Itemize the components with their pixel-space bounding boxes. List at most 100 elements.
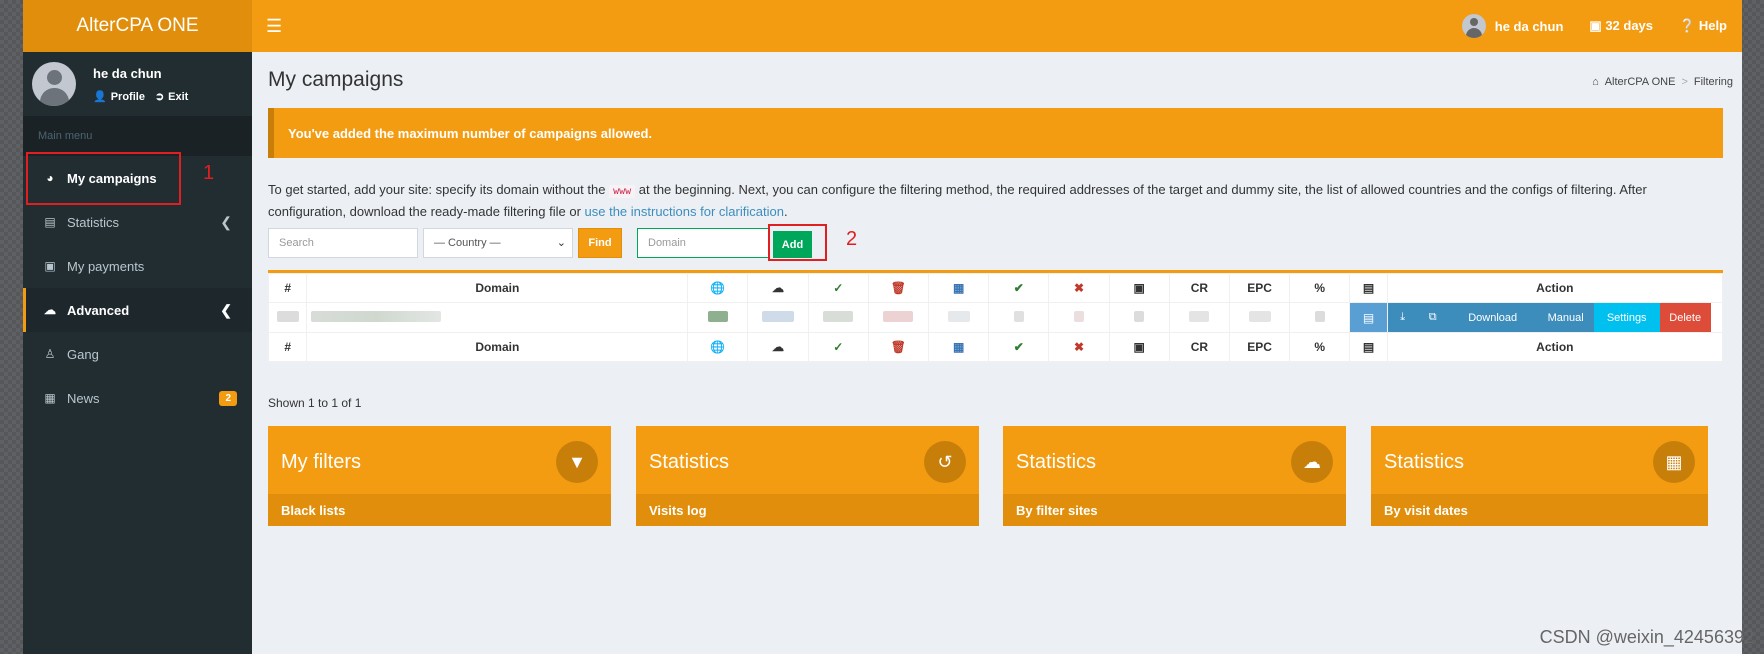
cloud-icon: ☁ xyxy=(1291,441,1333,483)
col-cr: CR xyxy=(1168,332,1230,362)
user-links: 👤 Profile ➲ Exit xyxy=(93,90,188,103)
users-icon: ♙ xyxy=(44,347,56,361)
manual-button[interactable]: Manual xyxy=(1537,303,1594,332)
find-button[interactable]: Find xyxy=(578,228,622,258)
check-circle-icon: ✔ xyxy=(1013,281,1024,295)
col-number: # xyxy=(267,332,308,362)
breadcrumb-home[interactable]: AlterCPA ONE xyxy=(1605,76,1676,88)
www-code: www xyxy=(609,185,636,198)
cloud-icon: ☁ xyxy=(44,303,56,317)
download-icon-button[interactable]: ⤓ xyxy=(1387,303,1418,332)
box-visits-log[interactable]: Statistics ↺ Visits log xyxy=(636,426,979,526)
bar-chart-icon: ▤ xyxy=(1362,340,1375,354)
table-footer-row: # Domain 🌐 ☁ ✓ 🗑 ▦ ✔ ✖ ▣ CR EPC % ▤ Acti… xyxy=(267,332,1724,362)
subscription-days[interactable]: ▣ 32 days xyxy=(1589,18,1653,34)
globe-icon: 🌐 xyxy=(710,281,726,295)
sidebar-item-advanced[interactable]: ☁ Advanced ❮ xyxy=(23,288,252,332)
box-filter-sites[interactable]: Statistics ☁ By filter sites xyxy=(1003,426,1346,526)
col-number: # xyxy=(267,273,308,303)
pagination-info: Shown 1 to 1 of 1 xyxy=(268,396,362,410)
domain-input[interactable]: Domain xyxy=(637,228,769,258)
sidebar-item-statistics[interactable]: ▤ Statistics ❮ xyxy=(23,200,252,244)
chevron-down-icon: ⌄ xyxy=(556,237,566,249)
blurred-cell xyxy=(867,302,930,333)
campaigns-table: # Domain 🌐 ☁ ✓ 🗑 ▦ ✔ ✖ ▣ CR EPC % ▤ Acti… xyxy=(267,270,1724,362)
country-select[interactable]: — Country — ⌄ xyxy=(423,228,573,258)
percent-icon: % xyxy=(1314,281,1326,295)
box-footer-link[interactable]: By visit dates xyxy=(1371,494,1708,526)
blurred-cell xyxy=(988,302,1050,333)
box-visit-dates[interactable]: Statistics ▦ By visit dates xyxy=(1371,426,1708,526)
breadcrumb-current: Filtering xyxy=(1693,76,1733,88)
row-actions: ⤓ ⧉ Download Manual Settings Delete xyxy=(1387,303,1722,332)
filter-icon: ▼ xyxy=(556,441,598,483)
user-panel: he da chun 👤 Profile ➲ Exit xyxy=(23,52,252,116)
check-icon: ✓ xyxy=(833,281,844,295)
globe-icon: 🌐 xyxy=(710,340,726,354)
box-my-filters[interactable]: My filters ▼ Black lists xyxy=(268,426,611,526)
menu-header: Main menu xyxy=(23,116,252,156)
avatar xyxy=(1461,14,1486,38)
sidebar-item-my-payments[interactable]: ▣ My payments xyxy=(23,244,252,288)
breadcrumb: ⌂ AlterCPA ONE > Filtering xyxy=(1592,76,1733,88)
money-icon: ▣ xyxy=(1133,340,1145,354)
annotation-box-1 xyxy=(26,152,181,205)
blurred-cell xyxy=(1228,302,1291,333)
cloud-download-icon: ☁ xyxy=(772,340,785,354)
annotation-number-1: 1 xyxy=(203,162,215,184)
check-circle-icon: ✔ xyxy=(1013,340,1024,354)
download-button[interactable]: Download xyxy=(1447,303,1538,332)
app-window: AlterCPA ONE he da chun 👤 Profile ➲ Exit M… xyxy=(23,0,1742,654)
question-circle-icon: ❔ xyxy=(1679,18,1696,33)
money-icon: ▣ xyxy=(44,259,56,273)
download-icon: ⤓ xyxy=(1400,311,1406,323)
help-link[interactable]: ❔ Help xyxy=(1679,18,1727,34)
exit-link[interactable]: ➲ Exit xyxy=(155,90,188,103)
copy-icon: ⧉ xyxy=(1428,311,1437,323)
app-logo[interactable]: AlterCPA ONE xyxy=(23,0,252,52)
menu-toggle-icon[interactable]: ☰ xyxy=(266,16,282,37)
settings-button[interactable]: Settings xyxy=(1593,303,1660,332)
user-name: he da chun xyxy=(93,66,162,81)
box-footer-link[interactable]: Black lists xyxy=(268,494,611,526)
times-circle-icon: ✖ xyxy=(1073,340,1085,354)
sidebar-item-news[interactable]: ▦ News 2 xyxy=(23,376,252,420)
col-cr: CR xyxy=(1168,273,1230,303)
blurred-cell xyxy=(1108,302,1170,333)
sidebar-item-gang[interactable]: ♙ Gang xyxy=(23,332,252,376)
chart-area-icon: ▤ xyxy=(44,215,56,229)
blurred-cell xyxy=(1289,302,1351,333)
blurred-cell xyxy=(267,302,308,333)
blurred-cell xyxy=(747,302,809,333)
blurred-cell xyxy=(807,302,869,333)
calendar-icon: ▦ xyxy=(1653,441,1695,483)
box-footer-link[interactable]: Visits log xyxy=(636,494,979,526)
boxes-icon: ▦ xyxy=(952,340,965,354)
annotation-number-2: 2 xyxy=(846,228,858,250)
boxes-icon: ▦ xyxy=(952,281,965,295)
max-campaigns-alert: You've added the maximum number of campa… xyxy=(268,108,1723,158)
delete-button[interactable]: Delete xyxy=(1659,303,1711,332)
col-epc: EPC xyxy=(1228,332,1291,362)
search-input[interactable]: Search xyxy=(268,228,418,258)
sign-out-icon: ➲ xyxy=(154,91,165,103)
sidebar: AlterCPA ONE he da chun 👤 Profile ➲ Exit M… xyxy=(23,0,252,654)
trash-icon: 🗑 xyxy=(890,340,907,354)
blurred-cell xyxy=(687,302,749,333)
profile-link[interactable]: 👤 Profile xyxy=(93,90,145,103)
watermark: CSDN @weixin_42456392 xyxy=(1539,627,1754,647)
box-footer-link[interactable]: By filter sites xyxy=(1003,494,1346,526)
stat-boxes: My filters ▼ Black lists Statistics ↺ Vi… xyxy=(268,426,1723,526)
top-navbar: ☰ he da chun ▣ 32 days ❔ Help xyxy=(252,0,1742,52)
newspaper-icon: ▦ xyxy=(44,391,56,405)
intro-text: To get started, add your site: specify i… xyxy=(268,182,1647,219)
cloud-download-icon: ☁ xyxy=(772,281,785,295)
avatar xyxy=(32,62,76,106)
col-domain[interactable]: Domain xyxy=(306,332,689,362)
col-domain[interactable]: Domain xyxy=(306,273,689,303)
instructions-link[interactable]: use the instructions for clarification xyxy=(585,204,784,219)
top-user-menu[interactable]: he da chun xyxy=(1461,14,1563,38)
stats-button[interactable]: ▤ xyxy=(1349,302,1388,333)
copy-icon-button[interactable]: ⧉ xyxy=(1417,303,1448,332)
check-icon: ✓ xyxy=(833,340,844,354)
